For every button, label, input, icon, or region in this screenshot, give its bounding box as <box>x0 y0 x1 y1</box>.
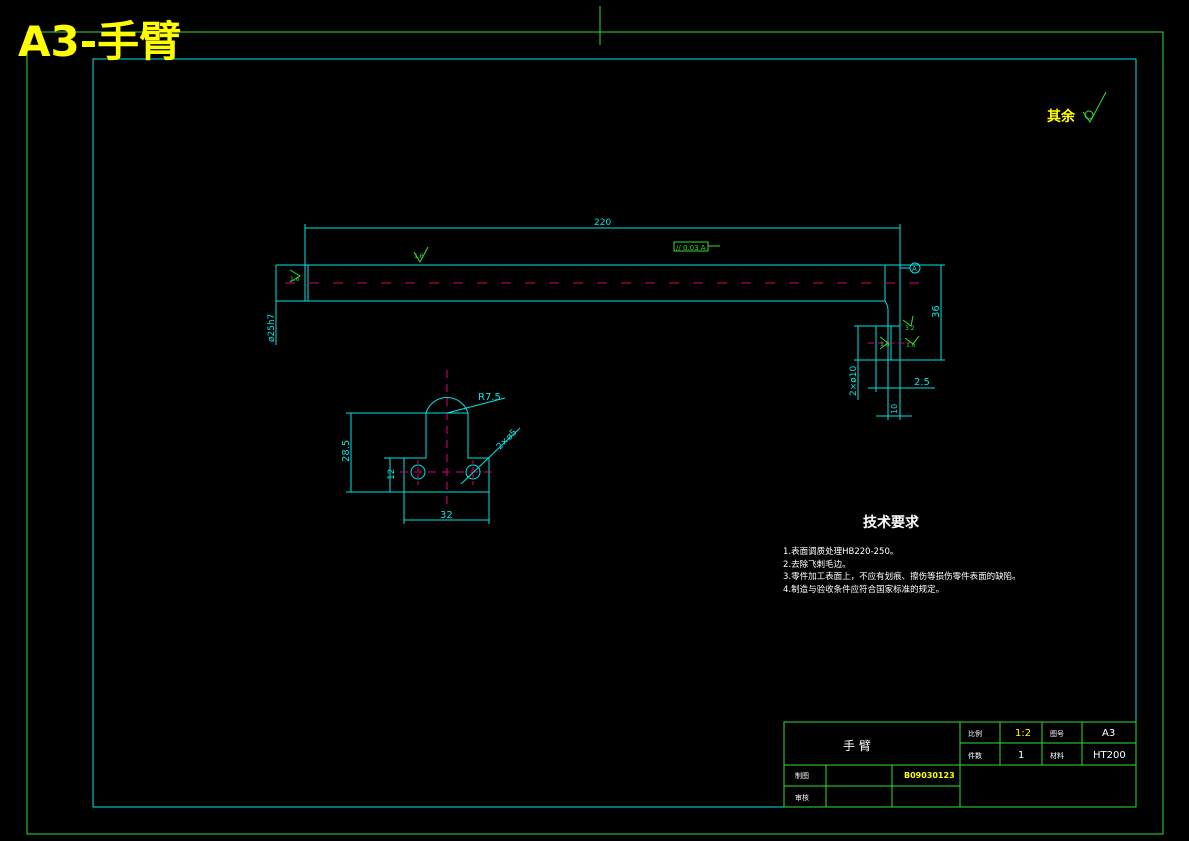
tech-requirement-item: 2.去除飞刺毛边。 <box>783 559 851 570</box>
outer-frame <box>26 31 1164 835</box>
svg-text:1.6: 1.6 <box>880 341 890 348</box>
svg-text:1:2: 1:2 <box>1015 728 1031 739</box>
part-name: 手 臂 <box>843 739 871 753</box>
svg-text:图号: 图号 <box>1050 730 1064 738</box>
svg-text:3.2: 3.2 <box>905 325 915 332</box>
roughness-mark: 1.6 <box>413 246 429 264</box>
svg-text:1: 1 <box>1018 750 1024 761</box>
svg-text:比例: 比例 <box>968 729 982 738</box>
dim-holes: 2×ø10 <box>849 325 876 400</box>
dim-hole-height: 12 <box>384 457 404 493</box>
dim-overall-length: 220 <box>304 218 901 265</box>
svg-text:36: 36 <box>931 305 942 318</box>
tolerance-frame: // 0.03 A <box>673 241 720 252</box>
roughness-mark: 1.6 <box>289 269 301 283</box>
tech-requirement-item: 4.制造与验收条件应符合国家标准的规定。 <box>783 584 945 595</box>
svg-text:审核: 审核 <box>795 793 809 802</box>
inner-frame <box>92 58 1137 808</box>
dim-hole-diameter: 2×ø5 <box>460 427 521 485</box>
lug-detail-view <box>400 370 492 505</box>
svg-text:1.6: 1.6 <box>906 342 916 349</box>
roughness-mark: 3.2 <box>902 315 915 332</box>
dim-thickness: 2.5 <box>868 360 935 392</box>
svg-text:材料: 材料 <box>1050 751 1064 760</box>
svg-text:A: A <box>912 265 917 273</box>
title-block: 手 臂 比例 1:2 图号 A3 件数 1 材料 HT200 制图 B09030… <box>783 721 1137 808</box>
tech-requirement-item: 3.零件加工表面上，不应有划痕、擦伤等损伤零件表面的缺陷。 <box>783 572 1021 582</box>
drawing-canvas: 其余 220 // 0.03 A A 1.6 1.6 3.2 1.6 1.6 ø… <box>26 6 1164 835</box>
dim-radius: R7.5 <box>446 392 506 414</box>
svg-text:制图: 制图 <box>795 771 809 780</box>
svg-text:220: 220 <box>594 218 611 228</box>
svg-text:ø25h7: ø25h7 <box>267 314 277 342</box>
svg-text:// 0.03 A: // 0.03 A <box>676 244 706 252</box>
tech-requirements-title: 技术要求 <box>863 515 919 531</box>
roughness-marks: 1.6 1.6 3.2 1.6 1.6 <box>289 246 920 350</box>
svg-text:2.5: 2.5 <box>914 377 930 388</box>
tech-requirements: 技术要求 1.表面调质处理HB220-250。 2.去除飞刺毛边。 3.零件加工… <box>783 512 1021 596</box>
svg-text:R7.5: R7.5 <box>478 392 501 403</box>
svg-text:10: 10 <box>890 404 899 414</box>
dim-small: 10 <box>876 360 912 420</box>
tech-requirement-item: 1.表面调质处理HB220-250。 <box>783 547 899 557</box>
svg-text:28.5: 28.5 <box>341 440 352 462</box>
svg-text:12: 12 <box>387 469 397 480</box>
roughness-mark: 1.6 <box>904 335 920 349</box>
banner-title: A3-手臂 <box>18 17 182 66</box>
svg-text:2×ø10: 2×ø10 <box>849 366 859 396</box>
svg-text:32: 32 <box>440 510 453 521</box>
roughness-other-symbol: 其余 <box>1047 91 1107 125</box>
svg-text:HT200: HT200 <box>1093 750 1126 761</box>
svg-text:2×ø5: 2×ø5 <box>495 428 519 452</box>
svg-text:1.6: 1.6 <box>290 276 300 283</box>
roughness-other-label: 其余 <box>1047 108 1076 125</box>
dim-height: 28.5 <box>341 412 426 493</box>
arm-front-view <box>285 264 920 361</box>
svg-text:1.6: 1.6 <box>414 253 424 260</box>
drawing-number: B09030123 <box>904 771 955 780</box>
svg-text:件数: 件数 <box>968 751 982 760</box>
svg-text:A3: A3 <box>1102 728 1115 739</box>
